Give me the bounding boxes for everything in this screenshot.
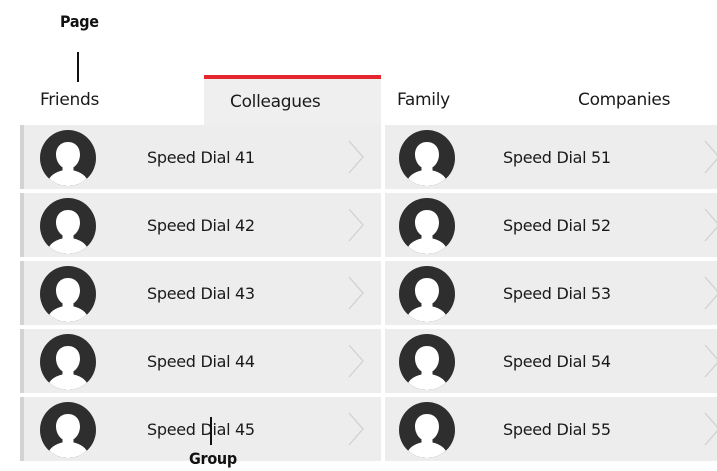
chevron-right-icon	[347, 275, 365, 311]
speed-dial-label: Speed Dial 42	[147, 215, 255, 235]
chevron-right-icon	[703, 343, 717, 379]
speed-dial-43[interactable]: Speed Dial 43	[20, 261, 381, 325]
contact-avatar-icon	[399, 402, 455, 458]
speed-dial-label: Speed Dial 51	[503, 147, 611, 167]
contact-avatar-icon	[40, 266, 96, 322]
speed-dial-group: Speed Dial 41 Speed Dial 42 Speed Dial 4…	[0, 125, 717, 471]
speed-dial-label: Speed Dial 52	[503, 215, 611, 235]
chevron-right-icon	[703, 275, 717, 311]
tab-friends[interactable]: Friends	[40, 75, 190, 125]
chevron-right-icon	[703, 411, 717, 447]
speed-dial-label: Speed Dial 41	[147, 147, 255, 167]
group-annotation-line	[210, 417, 212, 445]
speed-dial-52[interactable]: Speed Dial 52	[385, 193, 717, 257]
contact-avatar-icon	[40, 198, 96, 254]
contact-avatar-icon	[40, 130, 96, 186]
tab-colleagues-label: Colleagues	[230, 92, 321, 112]
speed-dial-51[interactable]: Speed Dial 51	[385, 125, 717, 189]
speed-dial-label: Speed Dial 54	[503, 351, 611, 371]
speed-dial-55[interactable]: Speed Dial 55	[385, 397, 717, 461]
tab-friends-label: Friends	[40, 90, 100, 110]
contact-avatar-icon	[399, 198, 455, 254]
contact-avatar-icon	[399, 130, 455, 186]
speed-dial-53[interactable]: Speed Dial 53	[385, 261, 717, 325]
tab-family-label: Family	[397, 90, 450, 110]
speed-dial-42[interactable]: Speed Dial 42	[20, 193, 381, 257]
group-annotation-label: Group	[189, 449, 237, 468]
speed-dial-54[interactable]: Speed Dial 54	[385, 329, 717, 393]
speed-dial-label: Speed Dial 55	[503, 419, 611, 439]
chevron-right-icon	[347, 207, 365, 243]
speed-dial-label: Speed Dial 43	[147, 283, 255, 303]
speed-dial-44[interactable]: Speed Dial 44	[20, 329, 381, 393]
chevron-right-icon	[347, 411, 365, 447]
contact-avatar-icon	[40, 334, 96, 390]
speed-dial-label: Speed Dial 53	[503, 283, 611, 303]
chevron-right-icon	[347, 139, 365, 175]
speed-dial-41[interactable]: Speed Dial 41	[20, 125, 381, 189]
tab-colleagues[interactable]: Colleagues	[204, 75, 381, 125]
tab-family[interactable]: Family	[397, 75, 537, 125]
contact-avatar-icon	[40, 402, 96, 458]
page-annotation-label: Page	[60, 12, 99, 31]
tab-companies-label: Companies	[578, 90, 671, 110]
chevron-right-icon	[347, 343, 365, 379]
speed-dial-label: Speed Dial 44	[147, 351, 255, 371]
chevron-right-icon	[703, 139, 717, 175]
page-tab-bar: Friends Colleagues Family Companies	[0, 75, 717, 125]
contact-avatar-icon	[399, 266, 455, 322]
chevron-right-icon	[703, 207, 717, 243]
tab-companies[interactable]: Companies	[578, 75, 717, 125]
contact-avatar-icon	[399, 334, 455, 390]
